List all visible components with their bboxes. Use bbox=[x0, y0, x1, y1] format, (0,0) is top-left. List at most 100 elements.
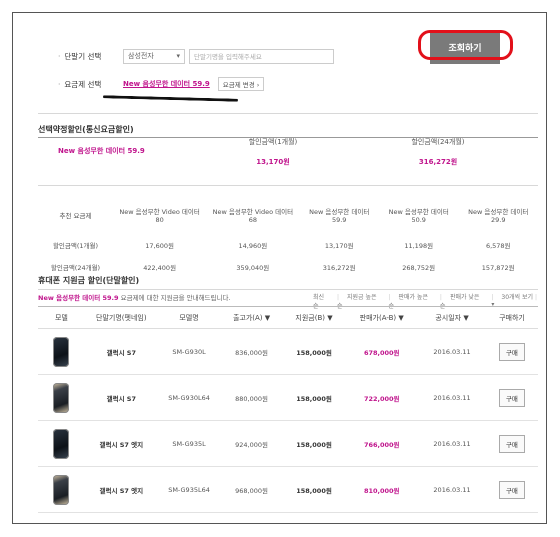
buy-cell: 구매 bbox=[485, 466, 538, 513]
pet-name[interactable]: 갤럭시 S7 엣지 bbox=[84, 466, 158, 513]
support-amount: 158,000원 bbox=[282, 420, 346, 467]
phone-image[interactable] bbox=[53, 382, 70, 413]
plan-compare-table: 추천 요금제 New 음성무한 Video 데이터 80 New 음성무한 Vi… bbox=[38, 196, 538, 278]
pet-name[interactable]: 갤럭시 S7 엣지 bbox=[84, 420, 158, 467]
model-code: SM-G930L64 bbox=[157, 374, 221, 421]
phone-section-desc: New 음성무한 데이터 59.9 요금제에 대한 지원금을 안내해드립니다. bbox=[38, 292, 231, 302]
phone-desc-text: 요금제에 대한 지원금을 안내해드립니다. bbox=[118, 294, 231, 302]
compare-row-1: 할인금액(1개월) 17,600원 14,960원 13,170원 11,198… bbox=[38, 234, 538, 256]
buy-button[interactable]: 구매 bbox=[498, 342, 525, 361]
page-frame: 단말기 선택 삼성전자 ▾ 단말기명을 입력해주세요 요금제 선택 New 음성… bbox=[12, 12, 547, 524]
contract-col2: 할인금액(24개월) 316,272원 bbox=[388, 137, 488, 167]
release-price: 968,000원 bbox=[220, 466, 283, 513]
compare-cell: 17,600원 bbox=[145, 242, 174, 250]
buy-cell: 구매 bbox=[485, 420, 538, 467]
selected-plan-link[interactable]: New 음성무한 데이터 59.9 bbox=[123, 79, 210, 89]
compare-plan: New 음성무한 데이터 59.9 bbox=[309, 208, 370, 224]
notice-date: 2016.03.11 bbox=[418, 420, 486, 467]
model-code: SM-G935L64 bbox=[157, 466, 221, 513]
divider bbox=[38, 185, 538, 186]
compare-cell: 6,578원 bbox=[485, 242, 511, 250]
support-amount: 158,000원 bbox=[282, 328, 346, 375]
phone-image[interactable] bbox=[53, 474, 70, 505]
th-pet-name: 단말기명(펫네임) bbox=[84, 306, 158, 329]
phone-image-cell bbox=[38, 374, 85, 421]
contract-col1-value: 13,170원 bbox=[256, 158, 290, 166]
notice-date: 2016.03.11 bbox=[418, 328, 486, 375]
sale-price: 766,000원 bbox=[345, 420, 419, 467]
compare-cell: 13,170원 bbox=[324, 242, 354, 250]
contract-section-title: 선택약정할인(통신요금할인) bbox=[38, 125, 134, 134]
compare-cell: 359,040원 bbox=[236, 264, 270, 272]
table-row: 갤럭시 S7 SM-G930L64 880,000원 158,000원 722,… bbox=[38, 374, 538, 421]
buy-button[interactable]: 구매 bbox=[498, 388, 525, 407]
phone-table-header: 모델 단말기명(펫네임) 모델명 출고가(A) ▼ 지원금(B) ▼ 판매가(A… bbox=[38, 306, 538, 329]
manufacturer-value: 삼성전자 bbox=[128, 52, 154, 60]
notice-date: 2016.03.11 bbox=[418, 466, 486, 513]
contract-col2-value: 316,272원 bbox=[418, 158, 458, 166]
compare-header-row: 추천 요금제 New 음성무한 Video 데이터 80 New 음성무한 Vi… bbox=[38, 196, 538, 234]
buy-button[interactable]: 구매 bbox=[498, 480, 525, 499]
th-buy: 구매하기 bbox=[485, 306, 538, 329]
caret-icon: › bbox=[256, 81, 260, 89]
plan-filter-row: 요금제 선택 New 음성무한 데이터 59.9 요금제 변경 › bbox=[58, 76, 265, 92]
contract-col1: 할인금액(1개월) 13,170원 bbox=[223, 137, 323, 167]
compare-cell: 268,752원 bbox=[402, 264, 436, 272]
device-filter-row: 단말기 선택 삼성전자 ▾ 단말기명을 입력해주세요 bbox=[58, 48, 334, 64]
compare-header-label: 추천 요금제 bbox=[59, 212, 92, 220]
sale-price: 810,000원 bbox=[345, 466, 419, 513]
model-code: SM-G935L bbox=[157, 420, 221, 467]
device-label: 단말기 선택 bbox=[58, 51, 123, 62]
phone-image[interactable] bbox=[53, 428, 70, 459]
model-code: SM-G930L bbox=[157, 328, 221, 375]
chevron-down-icon: ▾ bbox=[176, 52, 180, 60]
plan-label: 요금제 선택 bbox=[58, 79, 123, 90]
sale-price: 678,000원 bbox=[345, 328, 419, 375]
phone-image[interactable] bbox=[53, 336, 70, 367]
notice-date: 2016.03.11 bbox=[418, 374, 486, 421]
th-release-price[interactable]: 출고가(A) ▼ bbox=[220, 306, 283, 329]
pet-name[interactable]: 갤럭시 S7 bbox=[84, 374, 158, 421]
sale-price: 722,000원 bbox=[345, 374, 419, 421]
buy-button[interactable]: 구매 bbox=[498, 434, 525, 453]
buy-cell: 구매 bbox=[485, 328, 538, 375]
phone-image-cell bbox=[38, 420, 85, 467]
plan-change-label: 요금제 변경 bbox=[222, 81, 255, 89]
phone-table: 모델 단말기명(펫네임) 모델명 출고가(A) ▼ 지원금(B) ▼ 판매가(A… bbox=[38, 306, 538, 513]
release-price: 880,000원 bbox=[220, 374, 283, 421]
compare-row-label: 할인금액(1개월) bbox=[52, 242, 99, 250]
th-model-image: 모델 bbox=[38, 306, 85, 329]
phone-image-cell bbox=[38, 328, 85, 375]
contract-plan-name: New 음성무한 데이터 59.9 bbox=[58, 147, 145, 155]
compare-plan: New 음성무한 Video 데이터 80 bbox=[119, 208, 200, 224]
release-price: 836,000원 bbox=[220, 328, 283, 375]
release-price: 924,000원 bbox=[220, 420, 283, 467]
contract-col2-label: 할인금액(24개월) bbox=[411, 138, 465, 146]
buy-cell: 구매 bbox=[485, 374, 538, 421]
pet-name[interactable]: 갤럭시 S7 bbox=[84, 328, 158, 375]
divider bbox=[38, 289, 538, 290]
divider bbox=[38, 113, 538, 114]
device-search-input[interactable]: 단말기명을 입력해주세요 bbox=[189, 48, 334, 64]
table-row: 갤럭시 S7 SM-G930L 836,000원 158,000원 678,00… bbox=[38, 328, 538, 375]
compare-cell: 157,872원 bbox=[481, 264, 515, 272]
page-size-label: 30개씩 보기 bbox=[501, 294, 534, 301]
manufacturer-select[interactable]: 삼성전자 ▾ bbox=[123, 48, 185, 64]
plan-change-button[interactable]: 요금제 변경 › bbox=[217, 77, 265, 91]
compare-cell: 14,960원 bbox=[238, 242, 268, 250]
support-amount: 158,000원 bbox=[282, 466, 346, 513]
phone-image-cell bbox=[38, 466, 85, 513]
compare-cell: 11,198원 bbox=[404, 242, 434, 250]
compare-plan: New 음성무한 Video 데이터 68 bbox=[212, 208, 294, 224]
th-notice-date[interactable]: 공시일자 ▼ bbox=[418, 306, 486, 329]
table-row: 갤럭시 S7 엣지 SM-G935L64 968,000원 158,000원 8… bbox=[38, 466, 538, 513]
support-amount: 158,000원 bbox=[282, 374, 346, 421]
th-support[interactable]: 지원금(B) ▼ bbox=[282, 306, 346, 329]
compare-plan: New 음성무한 데이터 29.9 bbox=[468, 208, 529, 224]
compare-plan: New 음성무한 데이터 50.9 bbox=[388, 208, 449, 224]
phone-desc-plan: New 음성무한 데이터 59.9 bbox=[38, 294, 119, 302]
th-model-code[interactable]: 모델명 bbox=[157, 306, 221, 329]
table-row: 갤럭시 S7 엣지 SM-G935L 924,000원 158,000원 766… bbox=[38, 420, 538, 467]
th-sale-price[interactable]: 판매가(A-B) ▼ bbox=[345, 306, 419, 329]
phone-section-title: 휴대폰 지원금 할인(단말할인) bbox=[38, 276, 140, 285]
